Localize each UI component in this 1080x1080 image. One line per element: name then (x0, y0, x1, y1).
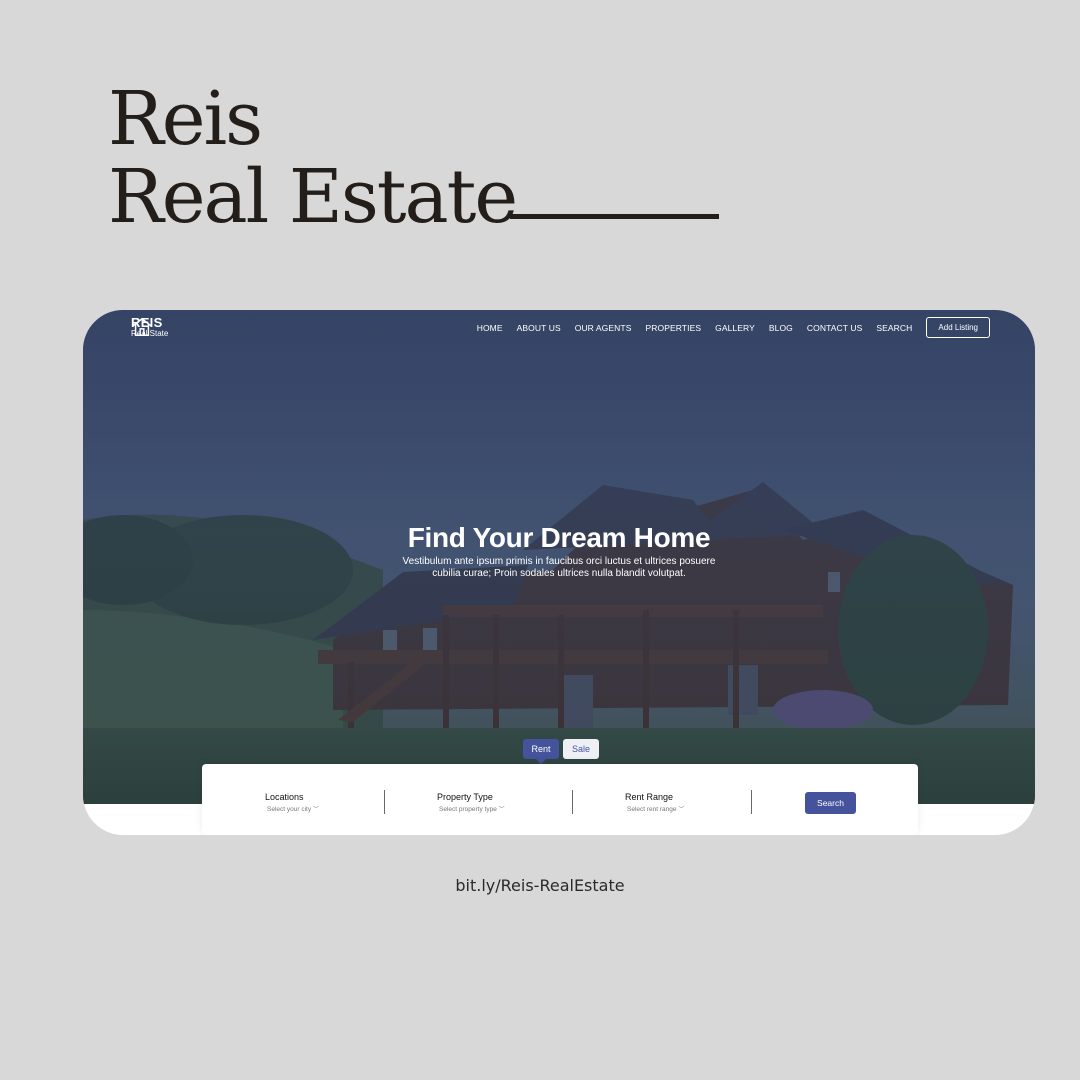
rent-range-select[interactable]: Select rent range ﹀ (627, 804, 684, 813)
property-type-placeholder: Select property type (439, 806, 497, 813)
top-navigation: REIS Real State HOME ABOUT US OUR AGENTS… (83, 310, 1035, 350)
property-type-field[interactable]: Property Type Select property type ﹀ (437, 792, 505, 813)
property-type-select[interactable]: Select property type ﹀ (439, 804, 505, 813)
locations-select[interactable]: Select your city ﹀ (267, 804, 319, 813)
listing-type-tabs: Rent Sale (523, 739, 599, 764)
nav-item-search[interactable]: SEARCH (876, 323, 912, 333)
locations-placeholder: Select your city (267, 806, 312, 813)
website-screenshot-card: REIS Real State HOME ABOUT US OUR AGENTS… (83, 310, 1035, 835)
nav-item-contact-us[interactable]: CONTACT US (807, 323, 862, 333)
chevron-down-icon: ﹀ (498, 807, 505, 813)
house-outline-icon (132, 317, 152, 336)
field-divider (572, 790, 573, 814)
poster-title-line2: Real Estate (108, 154, 518, 240)
hero-title: Find Your Dream Home (407, 522, 711, 553)
rent-range-label: Rent Range (625, 792, 674, 802)
locations-field[interactable]: Locations Select your city ﹀ (265, 792, 319, 813)
nav-item-gallery[interactable]: GALLERY (715, 323, 755, 333)
chevron-down-icon: ﹀ (678, 807, 685, 813)
nav-item-blog[interactable]: BLOG (769, 323, 793, 333)
search-button[interactable]: Search (805, 792, 856, 814)
rent-range-placeholder: Select rent range (627, 806, 677, 813)
tab-rent[interactable]: Rent (523, 739, 559, 764)
locations-label: Locations (265, 792, 304, 802)
add-listing-button[interactable]: Add Listing (926, 317, 990, 338)
poster-rule (510, 214, 719, 219)
rent-range-field[interactable]: Rent Range Select rent range ﹀ (625, 792, 684, 813)
site-logo[interactable]: REIS Real State (131, 316, 168, 338)
nav-item-home[interactable]: HOME (477, 323, 503, 333)
chevron-down-icon: ﹀ (312, 807, 319, 813)
poster-title: Reis Real Estate (108, 76, 518, 240)
field-divider (751, 790, 752, 814)
poster-url[interactable]: bit.ly/Reis-RealEstate (0, 876, 1080, 895)
hero-section: REIS Real State HOME ABOUT US OUR AGENTS… (83, 310, 1035, 804)
property-type-label: Property Type (437, 792, 493, 802)
nav-item-our-agents[interactable]: OUR AGENTS (575, 323, 632, 333)
nav-item-about-us[interactable]: ABOUT US (517, 323, 561, 333)
poster-title-line1: Reis (108, 76, 263, 162)
field-divider (384, 790, 385, 814)
nav-links: HOME ABOUT US OUR AGENTS PROPERTIES GALL… (477, 317, 990, 338)
tab-sale[interactable]: Sale (563, 739, 599, 759)
nav-item-properties[interactable]: PROPERTIES (645, 323, 701, 333)
property-search-bar: Locations Select your city ﹀ Property Ty… (202, 764, 918, 835)
hero-subtitle: Vestibulum ante ipsum primis in faucibus… (402, 556, 716, 579)
